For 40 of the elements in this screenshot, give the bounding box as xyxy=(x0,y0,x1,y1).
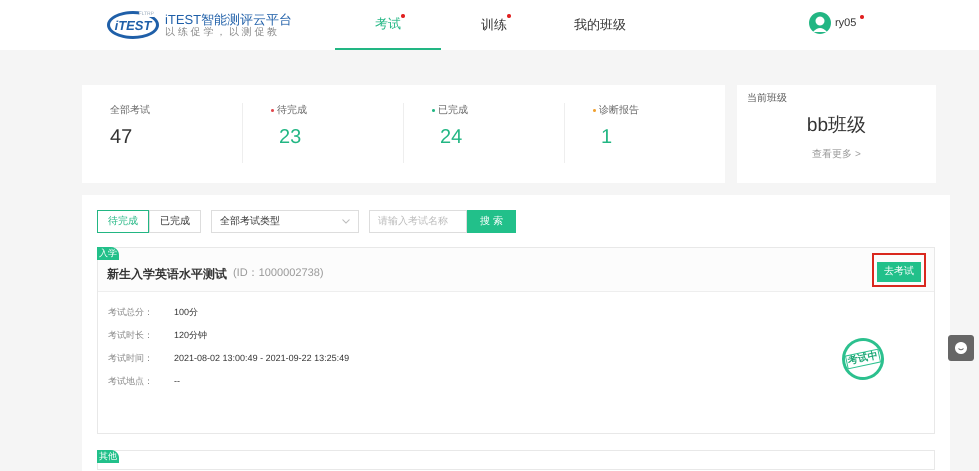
search-field[interactable]: 请输入考试名称 xyxy=(369,210,467,232)
status-filter-tab[interactable]: 待完成 xyxy=(97,210,149,232)
class-name: bb班级 xyxy=(806,114,868,138)
field-value: 100分 xyxy=(174,306,198,318)
stat-label: 全部考试 xyxy=(110,104,150,118)
status-filter-tab[interactable]: 已完成 xyxy=(149,210,201,232)
stat-label: 待完成 xyxy=(277,104,307,118)
nav-tab[interactable]: 考试 xyxy=(335,0,441,50)
chat-bubble-icon xyxy=(954,341,968,355)
field-label: 考试地点： xyxy=(108,375,154,387)
exam-type-select[interactable]: 全部考试类型 xyxy=(211,210,359,232)
exam-type-tag: 入学 xyxy=(97,247,119,260)
search-button[interactable]: 搜 索 xyxy=(467,210,516,232)
exam-title[interactable]: 新生入学英语水平测试 xyxy=(107,264,227,282)
view-more-link[interactable]: 查看更多 > xyxy=(812,146,861,162)
stat-label: 已完成 xyxy=(438,104,468,118)
username[interactable]: ry05 xyxy=(835,14,856,32)
nav-tab[interactable]: 我的班级 xyxy=(547,0,653,50)
exam-id: (ID：1000002738) xyxy=(233,266,324,282)
field-value: 120分钟 xyxy=(174,329,208,341)
user-avatar-icon xyxy=(809,12,831,34)
field-label: 考试时间： xyxy=(108,352,154,364)
stat-value[interactable]: 47 xyxy=(110,122,232,152)
logo-text: iTEST xyxy=(114,18,152,32)
field-value: -- xyxy=(174,375,180,387)
exam-type-tag: 其他 xyxy=(97,450,119,463)
brand-name: iTEST智能测评云平台 xyxy=(165,12,292,26)
field-label: 考试总分： xyxy=(108,306,154,318)
chat-button[interactable] xyxy=(948,335,974,361)
chevron-down-icon xyxy=(342,218,350,224)
stat-value[interactable]: 23 xyxy=(271,122,393,152)
card-label: 当前班级 xyxy=(747,92,788,106)
stat-label: 诊断报告 xyxy=(599,104,639,118)
stat-value[interactable]: 1 xyxy=(593,122,715,152)
field-value: 2021-08-02 13:00:49 - 2021-09-22 13:25:49 xyxy=(174,352,350,364)
nav-tab[interactable]: 训练 xyxy=(441,0,547,50)
field-label: 考试时长： xyxy=(108,329,154,341)
slogan: 以 练 促 学 ， 以 测 促 教 xyxy=(165,26,278,38)
stat-value[interactable]: 24 xyxy=(432,122,554,152)
take-exam-button[interactable]: 去考试 xyxy=(877,262,921,282)
